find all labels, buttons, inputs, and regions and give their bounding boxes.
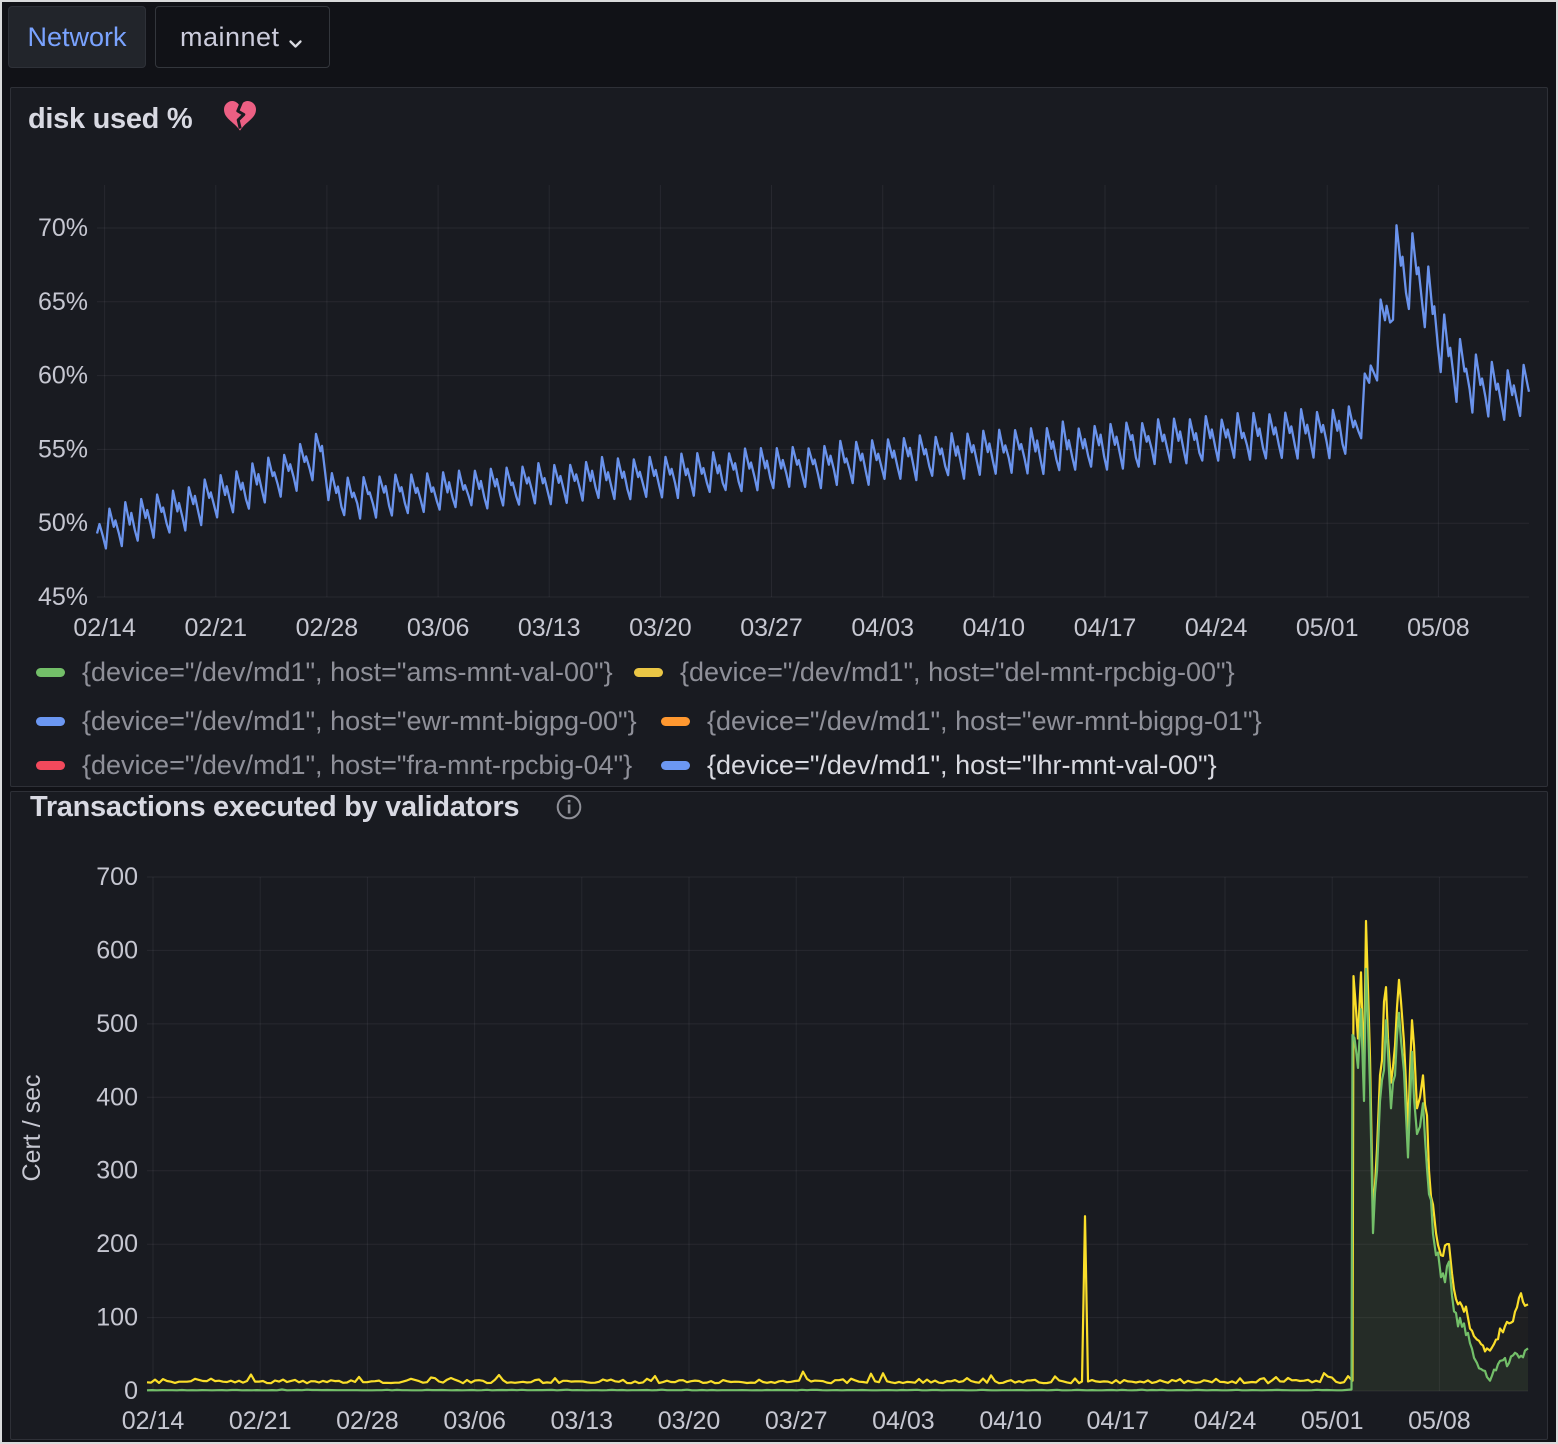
svg-text:04/17: 04/17 [1087,1407,1150,1435]
svg-text:03/13: 03/13 [551,1407,614,1435]
svg-text:03/06: 03/06 [443,1407,506,1435]
svg-text:700: 700 [96,863,138,891]
svg-text:300: 300 [96,1157,138,1185]
svg-text:04/10: 04/10 [979,1407,1042,1435]
svg-text:04/03: 04/03 [872,1407,935,1435]
svg-text:03/27: 03/27 [765,1407,828,1435]
svg-text:02/28: 02/28 [336,1407,399,1435]
svg-text:03/20: 03/20 [658,1407,721,1435]
svg-text:600: 600 [96,936,138,964]
svg-text:02/14: 02/14 [122,1407,185,1435]
svg-text:04/24: 04/24 [1194,1407,1257,1435]
svg-text:05/08: 05/08 [1408,1407,1471,1435]
svg-text:Cert / sec: Cert / sec [18,1075,46,1182]
svg-text:500: 500 [96,1010,138,1038]
svg-text:400: 400 [96,1083,138,1111]
svg-text:02/21: 02/21 [229,1407,292,1435]
svg-text:0: 0 [124,1377,138,1405]
svg-text:100: 100 [96,1304,138,1332]
svg-text:200: 200 [96,1230,138,1258]
svg-text:05/01: 05/01 [1301,1407,1364,1435]
